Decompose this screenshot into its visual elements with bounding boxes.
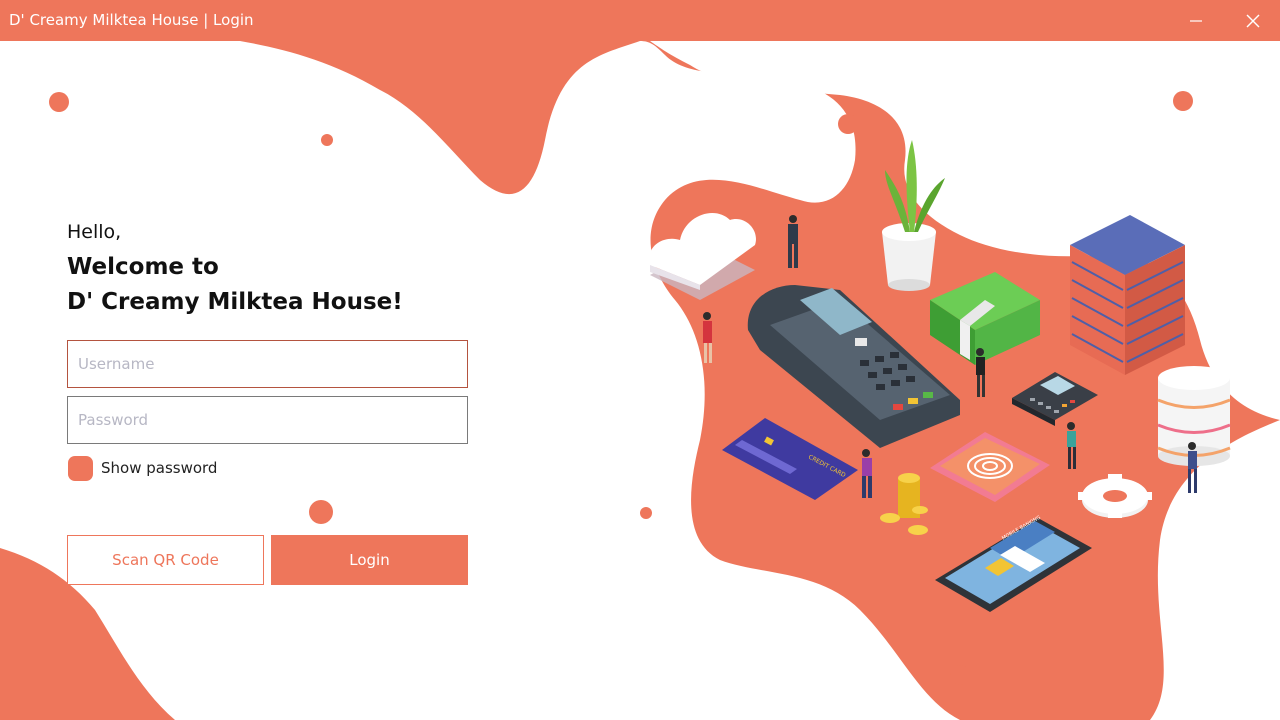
decor-dot [640,507,652,519]
scan-qr-button[interactable]: Scan QR Code [67,535,264,585]
close-button[interactable] [1230,0,1276,41]
password-field[interactable] [67,396,468,444]
login-button[interactable]: Login [271,535,468,585]
login-form: Hello, Welcome to D' Creamy Milktea Hous… [0,0,520,720]
show-password-checkbox[interactable] [68,456,93,481]
login-window: D' Creamy Milktea House | Login CREDIT C… [0,0,1280,720]
login-label: Login [349,551,390,569]
window-title: D' Creamy Milktea House | Login [9,11,254,29]
minimize-icon [1190,19,1202,22]
scan-qr-label: Scan QR Code [112,551,219,569]
close-icon [1246,14,1260,27]
username-field[interactable] [67,340,468,388]
greeting-text: Hello, [67,221,122,243]
decor-dot [1173,91,1193,111]
minimize-button[interactable] [1173,0,1219,41]
show-password-label[interactable]: Show password [101,459,217,477]
server-icon [1070,215,1185,375]
store-name-heading: D' Creamy Milktea House! [67,289,403,315]
decor-dot [838,114,858,134]
decor-dot [950,665,970,685]
title-bar[interactable]: D' Creamy Milktea House | Login [0,0,1280,41]
welcome-heading: Welcome to [67,254,219,280]
